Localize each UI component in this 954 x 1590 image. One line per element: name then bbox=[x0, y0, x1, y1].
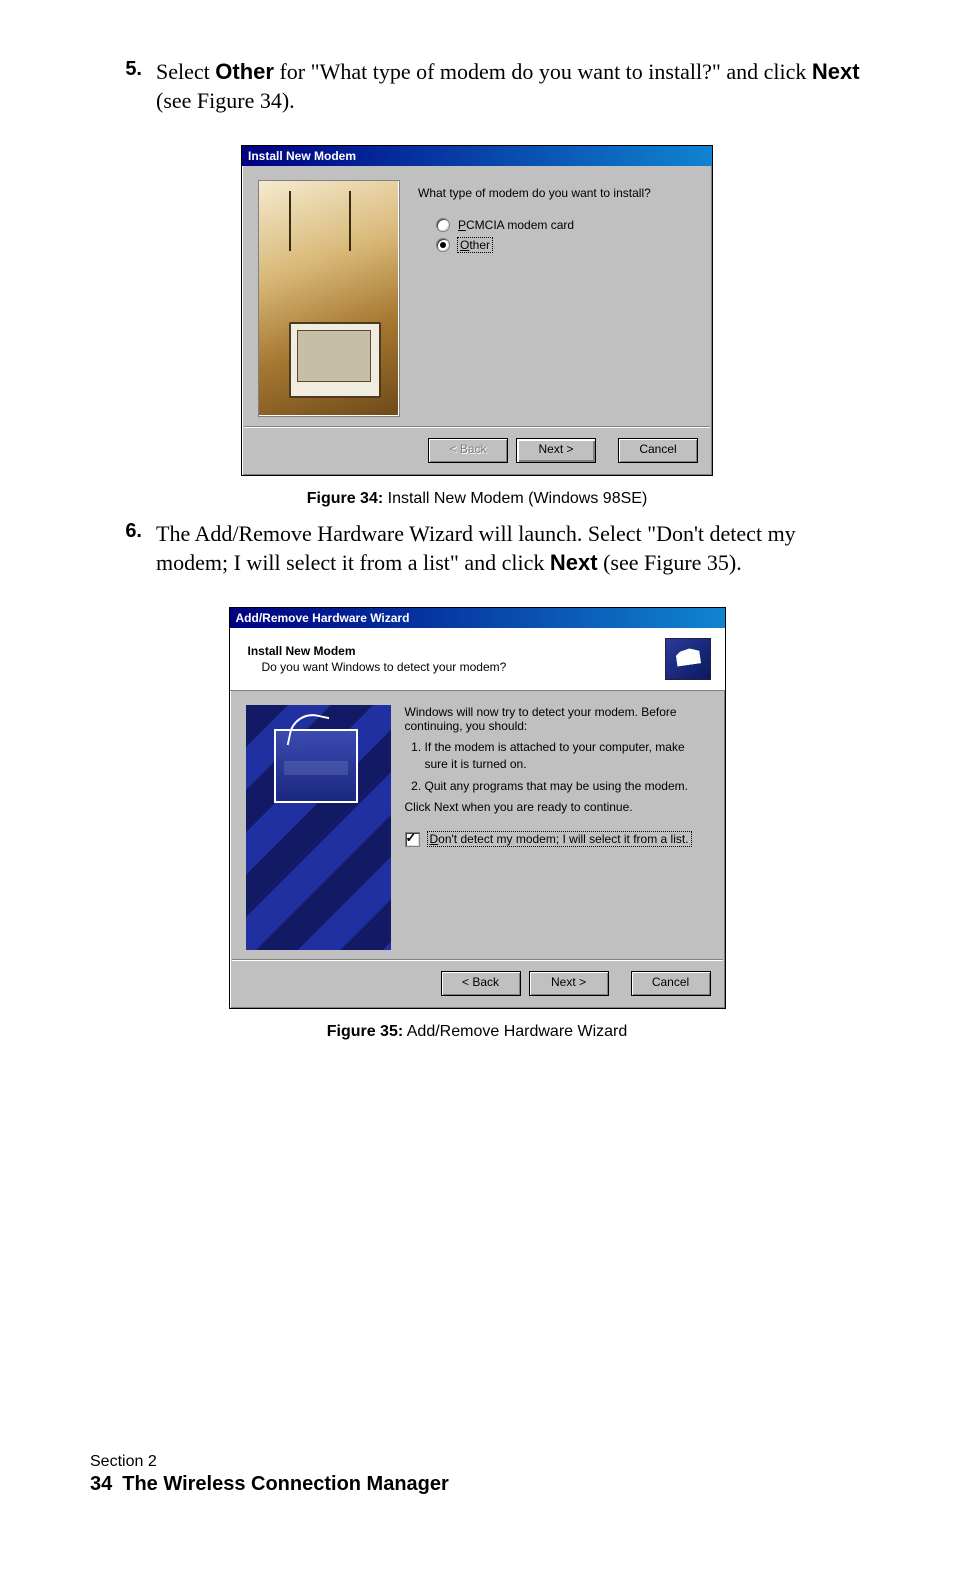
radio-icon bbox=[436, 238, 450, 252]
wizard-prep-item-1: If the modem is attached to your compute… bbox=[425, 739, 709, 771]
back-button[interactable]: < Back bbox=[441, 971, 521, 996]
section-label: Section 2 bbox=[90, 1453, 864, 1471]
figure-35-caption-num: Figure 35: bbox=[327, 1023, 403, 1040]
wizard-click-next-text: Click Next when you are ready to continu… bbox=[405, 800, 709, 814]
dont-detect-checkbox[interactable]: Don't detect my modem; I will select it … bbox=[405, 832, 709, 847]
figure-35-caption: Figure 35: Add/Remove Hardware Wizard bbox=[327, 1023, 628, 1041]
wizard-header-title: Install New Modem bbox=[248, 644, 507, 658]
dialog-button-row: < Back Next > Cancel bbox=[232, 960, 723, 1008]
dialog-button-row: < Back Next > Cancel bbox=[244, 427, 710, 475]
figure-34-caption-text: Install New Modem (Windows 98SE) bbox=[383, 490, 647, 507]
next-button[interactable]: Next > bbox=[529, 971, 609, 996]
wizard-prep-item-2: Quit any programs that may be using the … bbox=[425, 778, 709, 794]
step-5: 5. Select Other for "What type of modem … bbox=[90, 58, 864, 115]
wizard-side-image-icon bbox=[246, 705, 391, 950]
wizard-side-image-icon bbox=[258, 180, 400, 417]
cancel-button[interactable]: Cancel bbox=[618, 438, 698, 463]
back-button[interactable]: < Back bbox=[428, 438, 508, 463]
cancel-button[interactable]: Cancel bbox=[631, 971, 711, 996]
dont-detect-checkbox-label: Don't detect my modem; I will select it … bbox=[428, 832, 691, 846]
dialog-body: Windows will now try to detect your mode… bbox=[230, 691, 725, 960]
radio-icon bbox=[436, 218, 450, 232]
next-button[interactable]: Next > bbox=[516, 438, 596, 463]
step-5-number: 5. bbox=[90, 58, 156, 115]
document-page: 5. Select Other for "What type of modem … bbox=[0, 0, 954, 1540]
radio-other-label: Other bbox=[458, 238, 492, 252]
modem-header-icon bbox=[665, 638, 711, 680]
figure-35-caption-text: Add/Remove Hardware Wizard bbox=[403, 1023, 627, 1040]
wizard-header-subtitle: Do you want Windows to detect your modem… bbox=[262, 660, 507, 674]
page-footer: Section 2 34 The Wireless Connection Mana… bbox=[90, 1453, 864, 1496]
figure-35: Add/Remove Hardware Wizard Install New M… bbox=[90, 607, 864, 1041]
chapter-title: The Wireless Connection Manager bbox=[122, 1473, 449, 1495]
step-5-text-c: (see Figure 34). bbox=[156, 88, 295, 113]
step-6-text: The Add/Remove Hardware Wizard will laun… bbox=[156, 520, 864, 577]
radio-other[interactable]: Other bbox=[436, 238, 696, 252]
step-6-number: 6. bbox=[90, 520, 156, 577]
modem-type-question: What type of modem do you want to instal… bbox=[418, 186, 696, 200]
figure-34-caption: Figure 34: Install New Modem (Windows 98… bbox=[307, 490, 648, 508]
step-6-text-b: (see Figure 35). bbox=[598, 550, 742, 575]
step-5-text-a: Select bbox=[156, 59, 215, 84]
install-new-modem-dialog: Install New Modem What type of modem do … bbox=[241, 145, 713, 476]
page-number: 34 bbox=[90, 1473, 112, 1495]
radio-pcmcia[interactable]: PCMCIA modem card bbox=[436, 218, 696, 232]
step-6-bold-next: Next bbox=[550, 550, 598, 575]
dialog-body: What type of modem do you want to instal… bbox=[242, 166, 712, 427]
figure-34: Install New Modem What type of modem do … bbox=[90, 145, 864, 508]
figure-34-caption-num: Figure 34: bbox=[307, 490, 383, 507]
checkbox-icon bbox=[405, 832, 420, 847]
wizard-intro-text: Windows will now try to detect your mode… bbox=[405, 705, 709, 733]
wizard-prep-list: If the modem is attached to your compute… bbox=[425, 739, 709, 794]
step-5-text-b: for "What type of modem do you want to i… bbox=[274, 59, 812, 84]
dialog-titlebar: Install New Modem bbox=[242, 146, 712, 166]
step-5-bold-other: Other bbox=[215, 59, 274, 84]
radio-pcmcia-label: PCMCIA modem card bbox=[458, 218, 574, 232]
dialog-titlebar: Add/Remove Hardware Wizard bbox=[230, 608, 725, 628]
add-remove-hardware-wizard-dialog: Add/Remove Hardware Wizard Install New M… bbox=[229, 607, 726, 1009]
step-5-text: Select Other for "What type of modem do … bbox=[156, 58, 864, 115]
step-6: 6. The Add/Remove Hardware Wizard will l… bbox=[90, 520, 864, 577]
step-5-bold-next: Next bbox=[812, 59, 860, 84]
wizard-header-band: Install New Modem Do you want Windows to… bbox=[230, 628, 725, 691]
